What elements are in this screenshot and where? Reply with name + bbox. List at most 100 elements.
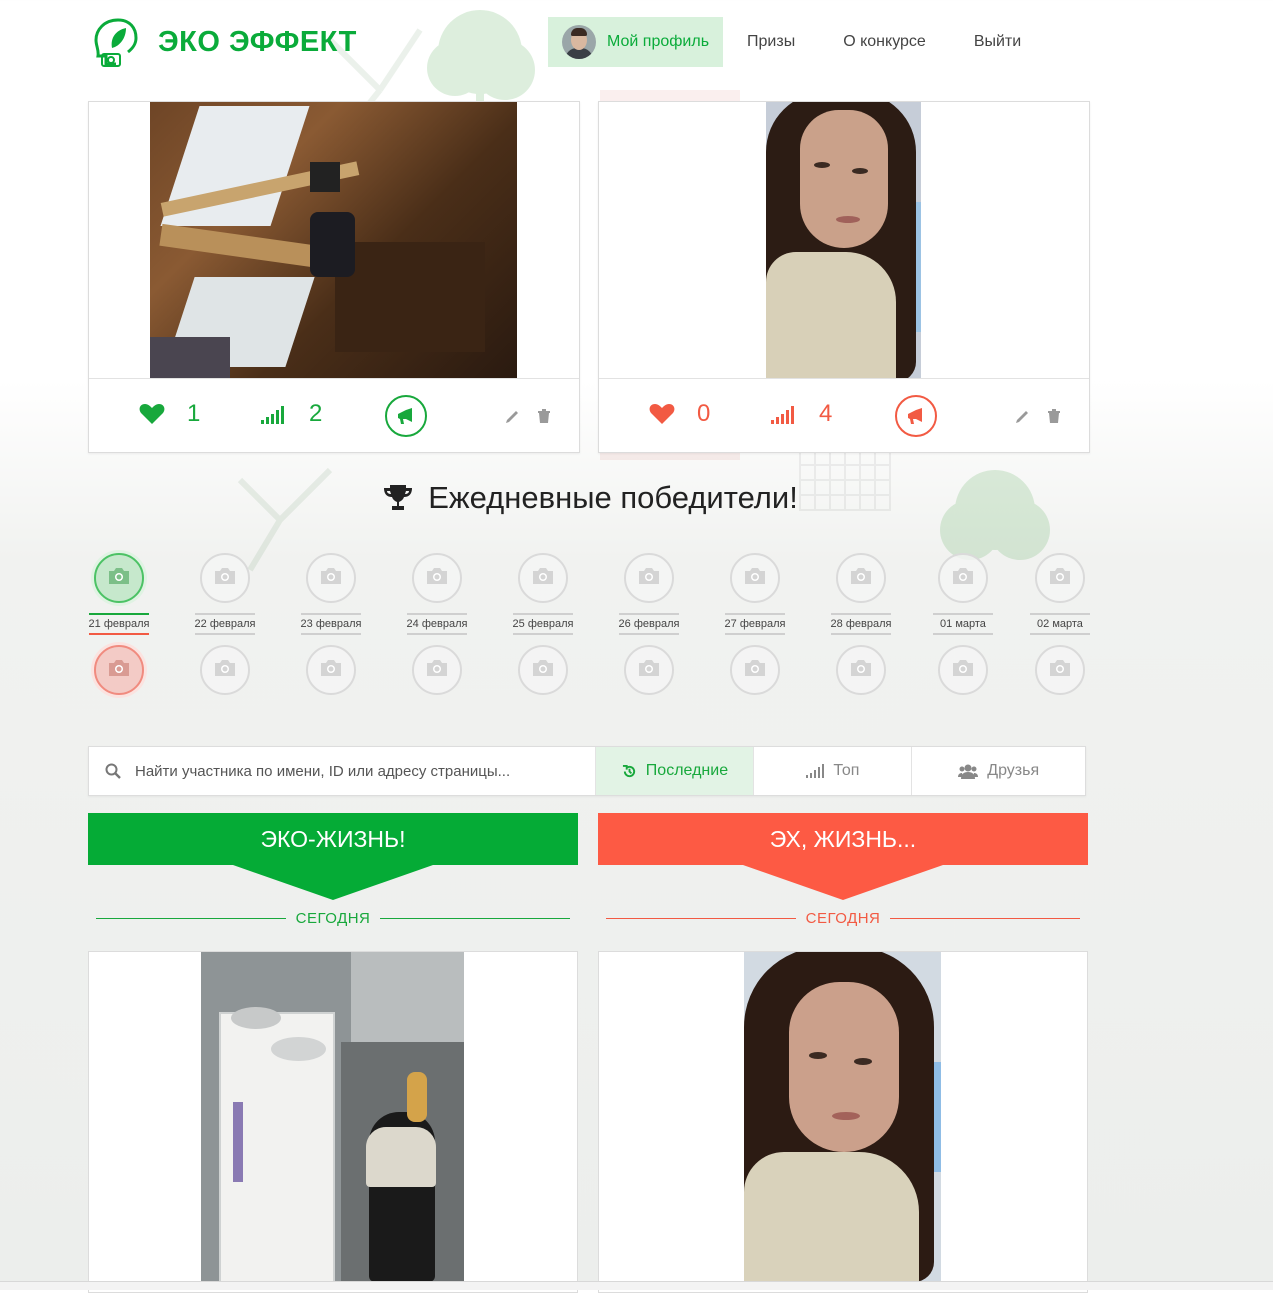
eco-winner-slot[interactable] — [518, 553, 568, 603]
bad-winner-slot[interactable] — [306, 645, 356, 695]
eco-winner-slot[interactable] — [624, 553, 674, 603]
eco-winner-slot[interactable] — [412, 553, 462, 603]
promote-button[interactable] — [895, 395, 937, 437]
banner-title: ЭХ, ЖИЗНЬ... — [769, 825, 917, 852]
avatar — [562, 25, 596, 59]
camera-icon — [319, 658, 343, 683]
bad-winner-slot[interactable] — [836, 645, 886, 695]
bad-winner-slot[interactable] — [624, 645, 674, 695]
date-label: 26 февраля — [618, 618, 680, 630]
winner-date: 25 февраля — [508, 613, 578, 635]
promote-button[interactable] — [385, 395, 427, 437]
edit-button[interactable] — [1015, 408, 1031, 429]
tab-friends[interactable]: Друзья — [912, 747, 1085, 795]
divider-label: СЕГОДНЯ — [805, 910, 881, 927]
history-icon — [622, 764, 635, 777]
winner-date: 23 февраля — [296, 613, 366, 635]
trophy-icon — [384, 485, 413, 510]
rating-value: 4 — [819, 400, 833, 427]
winner-day-column: 21 февраля — [84, 553, 154, 695]
tab-label: Топ — [833, 762, 860, 779]
like-button[interactable]: 1 — [139, 400, 200, 428]
camera-icon — [425, 566, 449, 591]
date-label: 24 февраля — [406, 618, 468, 630]
date-label: 23 февраля — [300, 618, 362, 630]
eco-winner-slot[interactable] — [94, 553, 144, 603]
photo — [744, 952, 941, 1282]
tab-latest[interactable]: Последние — [596, 747, 755, 795]
camera-icon — [743, 658, 767, 683]
filter-bar: Последние Топ Друзья — [88, 746, 1086, 796]
winner-day-column: 26 февраля — [614, 553, 684, 695]
bad-winner-slot[interactable] — [938, 645, 988, 695]
likes-count: 1 — [187, 400, 201, 427]
bad-winner-slot[interactable] — [518, 645, 568, 695]
signal-icon — [261, 406, 284, 424]
nav-about[interactable]: О конкурсе — [819, 17, 950, 67]
my-photo-card-eco: 1 2 — [88, 101, 580, 453]
banner-title: ЭКО-ЖИЗНЬ! — [260, 825, 406, 852]
winner-date: 26 февраля — [614, 613, 684, 635]
camera-icon — [319, 566, 343, 591]
winner-date: 02 марта — [1025, 613, 1095, 635]
main-nav: Мой профиль Призы О конкурсе Выйти — [548, 17, 1045, 67]
nav-label: Выйти — [973, 33, 1022, 50]
photo-actions: 0 4 — [599, 378, 1089, 452]
camera-icon — [849, 658, 873, 683]
eco-winner-slot[interactable] — [836, 553, 886, 603]
brand-logo[interactable]: ЭКО ЭФФЕКТ — [88, 14, 357, 70]
nav-my-profile[interactable]: Мой профиль — [548, 17, 724, 67]
eco-life-banner[interactable]: ЭКО-ЖИЗНЬ! — [88, 813, 578, 865]
delete-button[interactable] — [1047, 408, 1061, 429]
feed-card-bad[interactable] — [598, 951, 1088, 1293]
feed-card-eco[interactable] — [88, 951, 578, 1293]
eco-winner-slot[interactable] — [938, 553, 988, 603]
date-label: 02 марта — [1037, 618, 1083, 630]
edit-button[interactable] — [505, 408, 521, 429]
winners-title: Ежедневные победители! — [428, 480, 798, 515]
winner-date: 21 февраля — [84, 613, 154, 635]
bad-winner-slot[interactable] — [200, 645, 250, 695]
search-box — [89, 747, 597, 795]
photo-frame[interactable] — [89, 102, 579, 379]
date-label: 28 февраля — [830, 618, 892, 630]
winner-date: 28 февраля — [826, 613, 896, 635]
eco-winner-slot[interactable] — [730, 553, 780, 603]
nav-label: О конкурсе — [843, 33, 926, 50]
eco-winner-slot[interactable] — [200, 553, 250, 603]
camera-icon — [951, 658, 975, 683]
like-button[interactable]: 0 — [649, 400, 710, 428]
winner-day-column: 24 февраля — [402, 553, 472, 695]
eco-winner-slot[interactable] — [306, 553, 356, 603]
bad-winner-slot[interactable] — [730, 645, 780, 695]
bad-winner-slot[interactable] — [94, 645, 144, 695]
nav-logout[interactable]: Выйти — [950, 17, 1045, 67]
date-label: 22 февраля — [194, 618, 256, 630]
camera-icon — [531, 658, 555, 683]
date-label: 25 февраля — [512, 618, 574, 630]
date-label: 01 марта — [940, 618, 986, 630]
nav-label: Мой профиль — [607, 33, 710, 50]
camera-icon — [107, 566, 131, 591]
photo-actions: 1 2 — [89, 378, 579, 452]
photo-frame[interactable] — [599, 102, 1089, 379]
winner-day-column: 01 марта — [928, 553, 998, 695]
eco-winner-slot[interactable] — [1035, 553, 1085, 603]
tab-top[interactable]: Топ — [754, 747, 913, 795]
winner-day-column: 23 февраля — [296, 553, 366, 695]
nav-prizes[interactable]: Призы — [723, 17, 819, 67]
heart-icon — [649, 404, 675, 424]
camera-icon — [213, 658, 237, 683]
camera-icon — [637, 658, 661, 683]
winner-day-column: 25 февраля — [508, 553, 578, 695]
pencil-icon — [506, 411, 518, 423]
bad-winner-slot[interactable] — [412, 645, 462, 695]
delete-button[interactable] — [537, 408, 551, 429]
bad-life-banner[interactable]: ЭХ, ЖИЗНЬ... — [598, 813, 1088, 865]
pencil-icon — [1016, 411, 1028, 423]
likes-count: 0 — [697, 400, 711, 427]
camera-icon — [213, 566, 237, 591]
winner-day-column: 27 февраля — [720, 553, 790, 695]
bad-winner-slot[interactable] — [1035, 645, 1085, 695]
search-input[interactable] — [133, 761, 577, 781]
